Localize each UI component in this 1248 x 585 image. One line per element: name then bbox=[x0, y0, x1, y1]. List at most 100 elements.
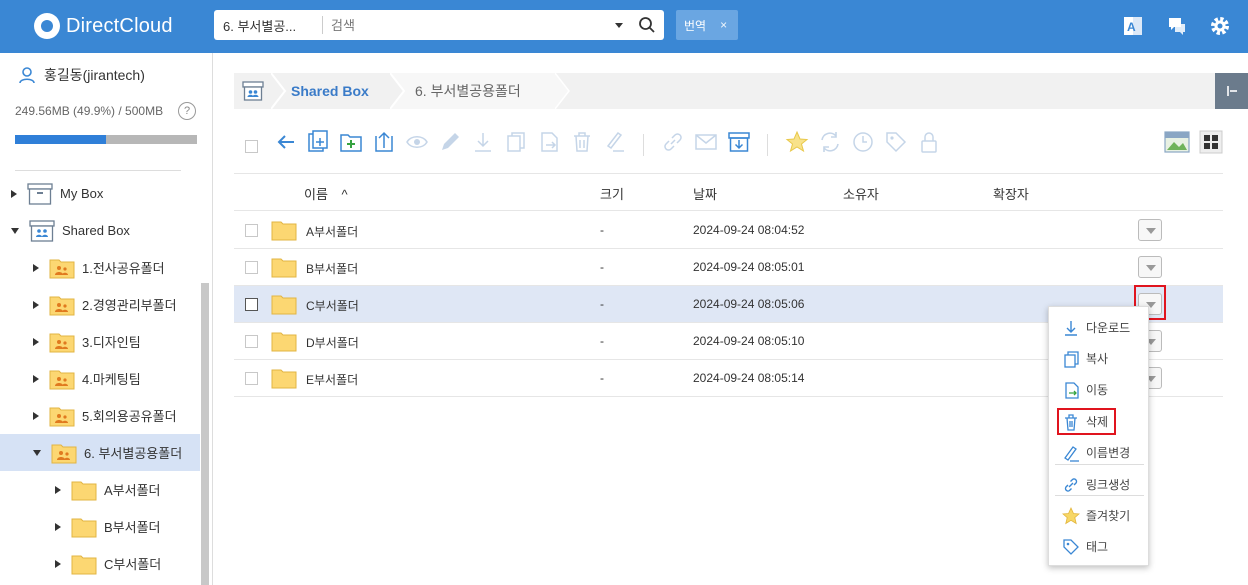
row-checkbox[interactable] bbox=[245, 261, 258, 274]
edit-pencil-icon[interactable] bbox=[438, 130, 462, 154]
file-name[interactable]: E부서폴더 bbox=[306, 371, 358, 388]
shared-box-icon[interactable] bbox=[242, 80, 264, 102]
tree-item[interactable]: C부서폴더 bbox=[0, 545, 200, 582]
preview-eye-icon[interactable] bbox=[405, 130, 429, 154]
brand-logo[interactable]: DirectCloud bbox=[34, 13, 173, 39]
move-icon bbox=[1065, 381, 1079, 399]
breadcrumb-current-folder[interactable]: 6. 부서별공용폴더 bbox=[415, 73, 521, 109]
history-clock-icon[interactable] bbox=[851, 130, 875, 154]
side-panel-toggle[interactable] bbox=[1215, 73, 1248, 109]
sort-ascending-icon[interactable]: ^ bbox=[342, 187, 348, 202]
row-checkbox[interactable] bbox=[245, 335, 258, 348]
upload-file-icon[interactable] bbox=[306, 130, 330, 154]
row-context-menu: 다운로드 복사 이동 삭제 이름변경 링크생성 즐겨찾기 태그 bbox=[1048, 306, 1149, 566]
sidebar-scrollbar[interactable] bbox=[201, 283, 209, 585]
file-size: - bbox=[600, 260, 604, 274]
expand-arrow-icon[interactable] bbox=[33, 300, 39, 309]
expand-arrow-icon[interactable] bbox=[33, 411, 39, 420]
tree-item[interactable]: 1.전사공유폴더 bbox=[0, 249, 200, 286]
expand-arrow-icon[interactable] bbox=[33, 374, 39, 383]
download-icon[interactable] bbox=[471, 130, 495, 154]
sync-icon[interactable] bbox=[818, 130, 842, 154]
lock-icon[interactable] bbox=[917, 130, 941, 154]
menu-item-star[interactable]: 즐겨찾기 bbox=[1049, 500, 1150, 531]
shared-folder-icon bbox=[51, 444, 77, 463]
image-view-icon[interactable] bbox=[1164, 130, 1190, 154]
search-dropdown-icon[interactable] bbox=[615, 22, 623, 28]
table-row[interactable]: B부서폴더 - 2024-09-24 08:05:01 bbox=[234, 249, 1223, 286]
tree-item[interactable]: 2.경영관리부폴더 bbox=[0, 286, 200, 323]
tree-item[interactable]: 4.마케팅팀 bbox=[0, 360, 200, 397]
menu-item-tag[interactable]: 태그 bbox=[1049, 531, 1150, 562]
search-scope-label[interactable]: 6. 부서별공... bbox=[214, 16, 314, 35]
row-menu-button[interactable] bbox=[1138, 256, 1162, 278]
tree-item-label: B부서폴더 bbox=[104, 520, 161, 535]
column-size[interactable]: 크기 bbox=[600, 184, 624, 203]
file-name[interactable]: A부서폴더 bbox=[306, 223, 358, 240]
search-input[interactable] bbox=[331, 17, 611, 33]
grid-view-icon[interactable] bbox=[1199, 130, 1223, 154]
tree-item[interactable]: A부서폴더 bbox=[0, 471, 200, 508]
expand-arrow-icon[interactable] bbox=[55, 522, 61, 531]
column-owner[interactable]: 소유자 bbox=[843, 184, 879, 203]
column-extension[interactable]: 확장자 bbox=[993, 184, 1029, 203]
row-menu-button[interactable] bbox=[1138, 219, 1162, 241]
expand-arrow-icon[interactable] bbox=[11, 189, 17, 198]
star-icon[interactable] bbox=[785, 130, 809, 154]
collapse-arrow-icon[interactable] bbox=[33, 449, 41, 456]
file-name[interactable]: C부서폴더 bbox=[306, 297, 359, 314]
expand-arrow-icon[interactable] bbox=[33, 263, 39, 272]
pencil-icon bbox=[1064, 445, 1079, 462]
select-all-checkbox[interactable] bbox=[245, 140, 258, 153]
settings-gear-icon[interactable] bbox=[1208, 14, 1232, 38]
tree-item[interactable]: 6. 부서별공용폴더 bbox=[0, 434, 200, 471]
upload-icon[interactable] bbox=[372, 130, 396, 154]
table-row[interactable]: A부서폴더 - 2024-09-24 08:04:52 bbox=[234, 212, 1223, 249]
folder-icon bbox=[271, 258, 297, 278]
tree-item[interactable]: B부서폴더 bbox=[0, 508, 200, 545]
rename-icon[interactable] bbox=[603, 130, 627, 154]
back-arrow-icon[interactable] bbox=[274, 130, 298, 154]
column-name[interactable]: 이름 ^ bbox=[304, 184, 348, 203]
translate-toggle[interactable]: 번역 × bbox=[676, 10, 738, 40]
expand-arrow-icon[interactable] bbox=[33, 337, 39, 346]
translate-close-icon[interactable]: × bbox=[720, 18, 727, 32]
chat-icon[interactable] bbox=[1165, 14, 1189, 38]
tree-item[interactable]: 3.디자인팀 bbox=[0, 323, 200, 360]
new-folder-icon[interactable] bbox=[339, 130, 363, 154]
row-checkbox[interactable] bbox=[245, 298, 258, 311]
tag-icon[interactable] bbox=[884, 130, 908, 154]
row-checkbox[interactable] bbox=[245, 224, 258, 237]
breadcrumb-shared-box[interactable]: Shared Box bbox=[291, 73, 369, 109]
copy-icon[interactable] bbox=[504, 130, 528, 154]
expand-arrow-icon[interactable] bbox=[55, 559, 61, 568]
menu-divider bbox=[1055, 464, 1144, 465]
tree-item[interactable]: My Box bbox=[0, 175, 200, 212]
link-icon[interactable] bbox=[661, 130, 685, 154]
file-name[interactable]: B부서폴더 bbox=[306, 260, 358, 277]
box-download-icon[interactable] bbox=[727, 130, 751, 154]
menu-item-move[interactable]: 이동 bbox=[1049, 374, 1150, 405]
file-date: 2024-09-24 08:04:52 bbox=[693, 223, 805, 237]
user-icon bbox=[19, 67, 35, 84]
tree-item[interactable]: 5.회의용공유폴더 bbox=[0, 397, 200, 434]
expand-arrow-icon[interactable] bbox=[55, 485, 61, 494]
trash-icon[interactable] bbox=[570, 130, 594, 154]
menu-item-label: 이름변경 bbox=[1086, 446, 1131, 460]
help-icon[interactable]: ? bbox=[178, 102, 196, 120]
translate-app-icon[interactable]: A bbox=[1121, 14, 1145, 38]
mail-icon[interactable] bbox=[694, 130, 718, 154]
user-profile[interactable]: 홍길동(jirantech) bbox=[18, 65, 145, 85]
column-date[interactable]: 날짜 bbox=[693, 184, 717, 203]
folder-icon bbox=[71, 518, 97, 537]
file-name[interactable]: D부서폴더 bbox=[306, 334, 359, 351]
tree-item[interactable]: Shared Box bbox=[0, 212, 200, 249]
search-icon[interactable] bbox=[638, 16, 656, 34]
menu-item-copy[interactable]: 복사 bbox=[1049, 343, 1150, 374]
move-icon[interactable] bbox=[537, 130, 561, 154]
menu-item-download[interactable]: 다운로드 bbox=[1049, 312, 1150, 343]
row-checkbox[interactable] bbox=[245, 372, 258, 385]
file-date: 2024-09-24 08:05:06 bbox=[693, 297, 805, 311]
folder-icon bbox=[271, 221, 297, 241]
collapse-arrow-icon[interactable] bbox=[11, 227, 19, 234]
